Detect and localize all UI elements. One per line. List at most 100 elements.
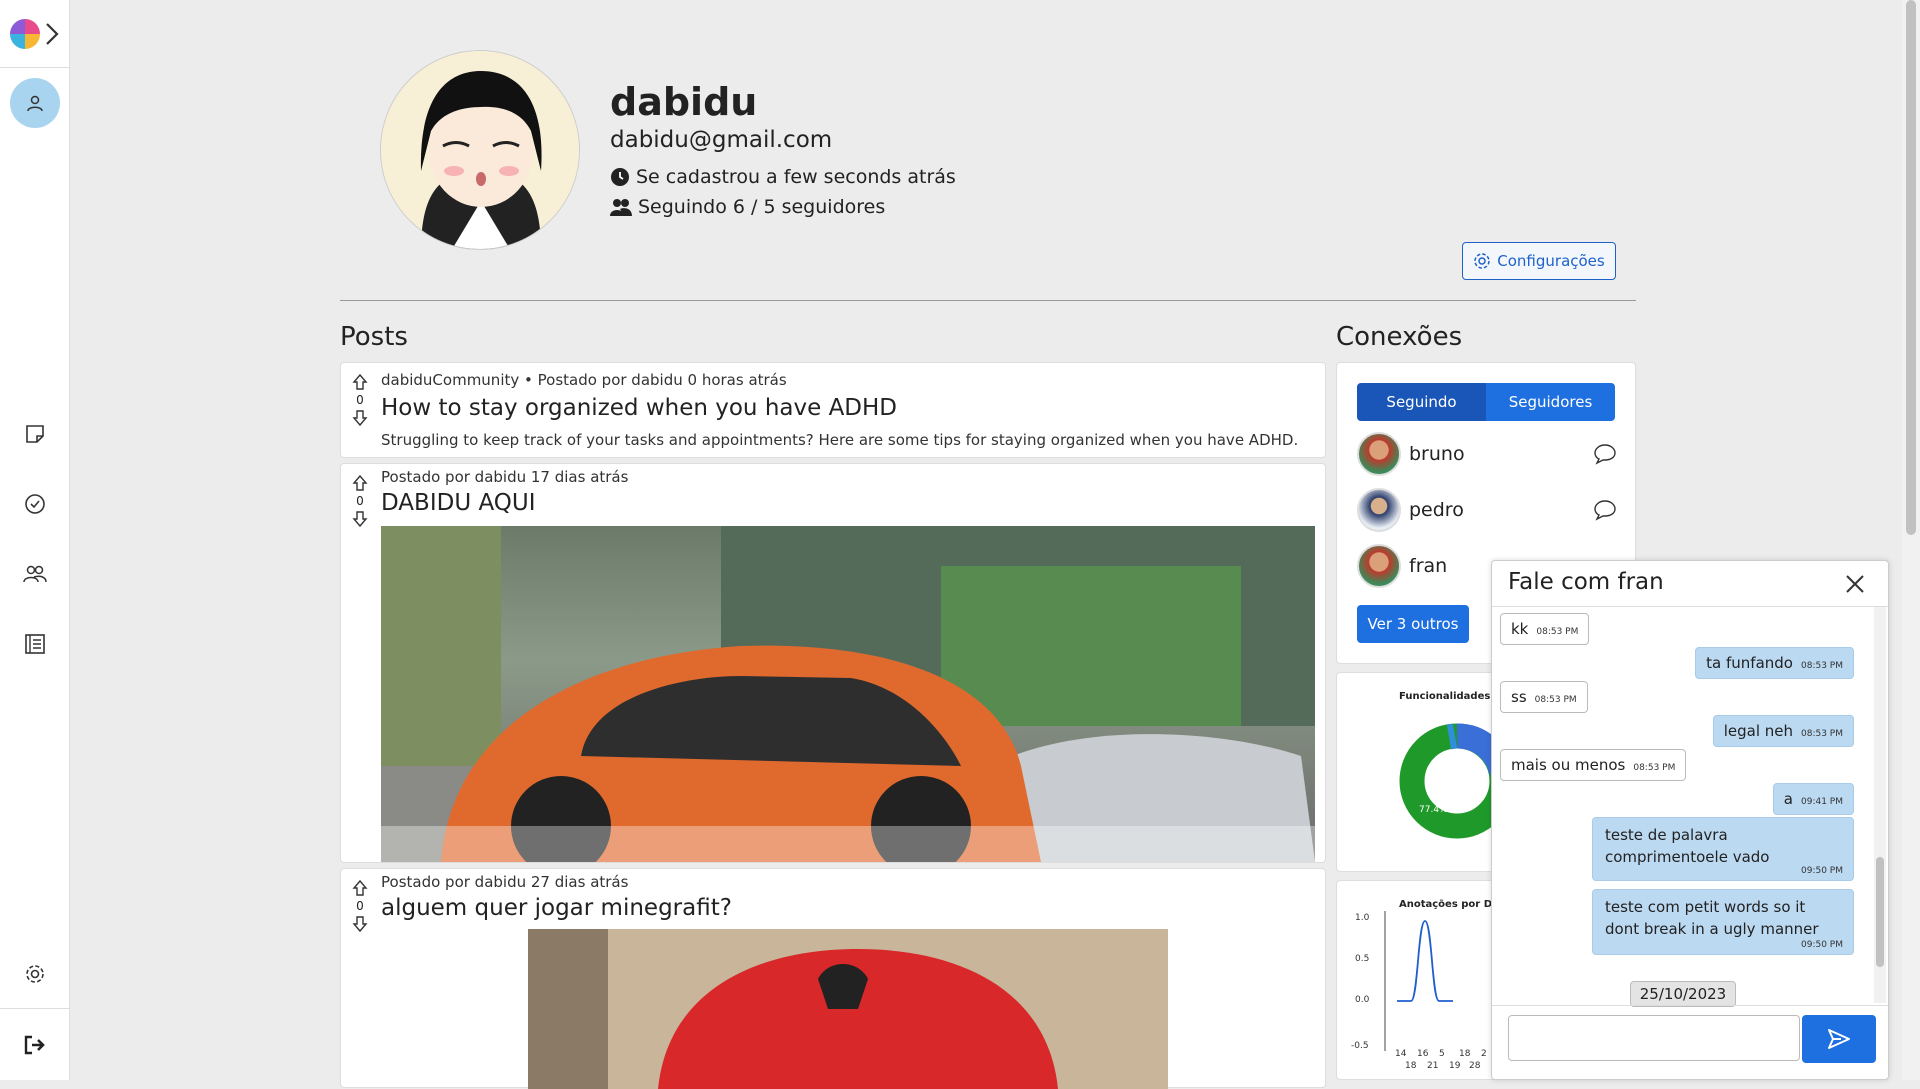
vote-control: 0 — [349, 879, 371, 933]
users-icon — [610, 199, 632, 216]
chat-scroll-thumb[interactable] — [1876, 857, 1884, 967]
y-tick: 0.5 — [1355, 954, 1370, 964]
y-tick: -0.5 — [1351, 1041, 1369, 1051]
post-title[interactable]: alguem quer jogar minegrafit? — [381, 895, 732, 921]
post-meta[interactable]: Postado por dabidu 17 dias atrás — [381, 468, 628, 486]
message-text: teste com petit words so it dont break i… — [1605, 898, 1819, 938]
message-time: 09:50 PM — [1801, 866, 1843, 876]
chat-header: Fale com fran — [1492, 561, 1888, 607]
message-out: teste de palavra comprimentoele vado 09:… — [1592, 817, 1854, 881]
message-time: 08:53 PM — [1801, 661, 1843, 671]
send-button[interactable] — [1802, 1015, 1876, 1063]
sidebar-header — [0, 0, 69, 68]
avatar — [1357, 488, 1401, 532]
x-tick: 2 — [1481, 1049, 1487, 1059]
vote-count: 0 — [356, 393, 364, 407]
community-nav-icon[interactable] — [22, 561, 48, 587]
chat-title: Fale com fran — [1508, 569, 1664, 595]
post-image-person — [528, 929, 1168, 1089]
notes-nav-icon[interactable] — [22, 421, 48, 447]
x-tick: 19 — [1449, 1061, 1461, 1071]
profile-email: dabidu@gmail.com — [610, 127, 833, 153]
tab-followers[interactable]: Seguidores — [1486, 383, 1615, 421]
arrow-down-icon[interactable] — [352, 409, 368, 427]
message-text: kk — [1511, 620, 1529, 638]
posts-heading: Posts — [340, 322, 408, 352]
vote-control: 0 — [349, 474, 371, 528]
chat-scrollbar[interactable] — [1874, 607, 1886, 1003]
tab-following[interactable]: Seguindo — [1357, 383, 1486, 421]
message-time: 08:53 PM — [1536, 627, 1579, 637]
message-text: teste de palavra comprimentoele vado — [1605, 826, 1770, 866]
arrow-down-icon[interactable] — [352, 915, 368, 933]
chat-message-input[interactable] — [1508, 1015, 1800, 1061]
y-tick: 0.0 — [1355, 995, 1370, 1005]
arrow-up-icon[interactable] — [352, 373, 368, 391]
journal-nav-icon[interactable] — [22, 631, 48, 657]
follow-text: Seguindo 6 / 5 seguidores — [638, 196, 886, 218]
connections-tabs: Seguindo Seguidores — [1357, 383, 1615, 421]
vote-count: 0 — [356, 494, 364, 508]
close-icon[interactable] — [1844, 573, 1866, 595]
sidebar — [0, 0, 70, 1080]
gear-icon — [1474, 253, 1491, 269]
message-time: 08:53 PM — [1633, 763, 1676, 773]
pie-label: 77.4% — [1419, 805, 1448, 815]
message-in: ss 08:53 PM — [1500, 681, 1588, 713]
chat-bubble-icon[interactable] — [1593, 499, 1617, 521]
joined-text: Se cadastrou a few seconds atrás — [636, 166, 956, 188]
settings-button[interactable]: Configurações — [1462, 242, 1616, 280]
y-tick: 1.0 — [1355, 913, 1370, 923]
message-text: legal neh — [1723, 722, 1793, 740]
post-card[interactable]: 0 dabiduCommunity • Postado por dabidu 0… — [340, 362, 1326, 458]
profile-name: dabidu — [610, 80, 758, 124]
message-time: 09:41 PM — [1801, 797, 1843, 807]
send-icon — [1828, 1029, 1850, 1049]
page-scroll-thumb[interactable] — [1906, 0, 1916, 535]
connection-row[interactable]: bruno — [1357, 431, 1617, 477]
arrow-up-icon[interactable] — [352, 474, 368, 492]
settings-nav-icon[interactable] — [22, 961, 48, 987]
divider — [340, 300, 1636, 301]
arrow-up-icon[interactable] — [352, 879, 368, 897]
message-out: legal neh 08:53 PM — [1712, 715, 1854, 747]
line-series — [1397, 920, 1453, 1002]
x-tick: 14 — [1395, 1049, 1407, 1059]
avatar — [1357, 432, 1401, 476]
tasks-nav-icon[interactable] — [22, 491, 48, 517]
connection-row[interactable]: pedro — [1357, 487, 1617, 533]
message-text: mais ou menos — [1511, 756, 1626, 774]
message-in: kk 08:53 PM — [1500, 613, 1590, 645]
message-text: ss — [1511, 688, 1527, 706]
brain-logo-icon[interactable] — [9, 18, 40, 49]
clock-icon — [611, 168, 629, 186]
logout-nav-button[interactable] — [0, 1008, 70, 1080]
post-meta[interactable]: Postado por dabidu 27 dias atrás — [381, 873, 628, 891]
message-text: a — [1783, 790, 1793, 808]
connections-heading: Conexões — [1336, 322, 1463, 352]
x-tick: 18 — [1459, 1049, 1471, 1059]
post-title[interactable]: How to stay organized when you have ADHD — [381, 395, 897, 421]
connection-name: pedro — [1409, 499, 1464, 521]
date-separator: 25/10/2023 — [1630, 981, 1736, 1007]
see-more-button[interactable]: Ver 3 outros — [1357, 605, 1469, 643]
arrow-down-icon[interactable] — [352, 510, 368, 528]
page-scrollbar[interactable] — [1902, 0, 1920, 1080]
post-meta[interactable]: dabiduCommunity • Postado por dabidu 0 h… — [381, 371, 787, 389]
message-in: mais ou menos 08:53 PM — [1500, 749, 1687, 781]
user-icon — [27, 95, 43, 112]
chevron-right-icon[interactable] — [44, 21, 60, 47]
x-tick: 28 — [1469, 1061, 1481, 1071]
profile-nav-button[interactable] — [10, 78, 60, 128]
vote-count: 0 — [356, 899, 364, 913]
x-tick: 21 — [1427, 1061, 1439, 1071]
post-image-car — [381, 526, 1315, 862]
avatar — [1357, 544, 1401, 588]
post-card[interactable]: 0 Postado por dabidu 17 dias atrás DABID… — [340, 463, 1326, 863]
chat-bubble-icon[interactable] — [1593, 443, 1617, 465]
vote-control: 0 — [349, 373, 371, 427]
post-card[interactable]: 0 Postado por dabidu 27 dias atrás algue… — [340, 868, 1326, 1089]
x-tick: 16 — [1417, 1049, 1429, 1059]
profile-joined: Se cadastrou a few seconds atrás — [610, 166, 956, 188]
post-title[interactable]: DABIDU AQUI — [381, 490, 536, 516]
